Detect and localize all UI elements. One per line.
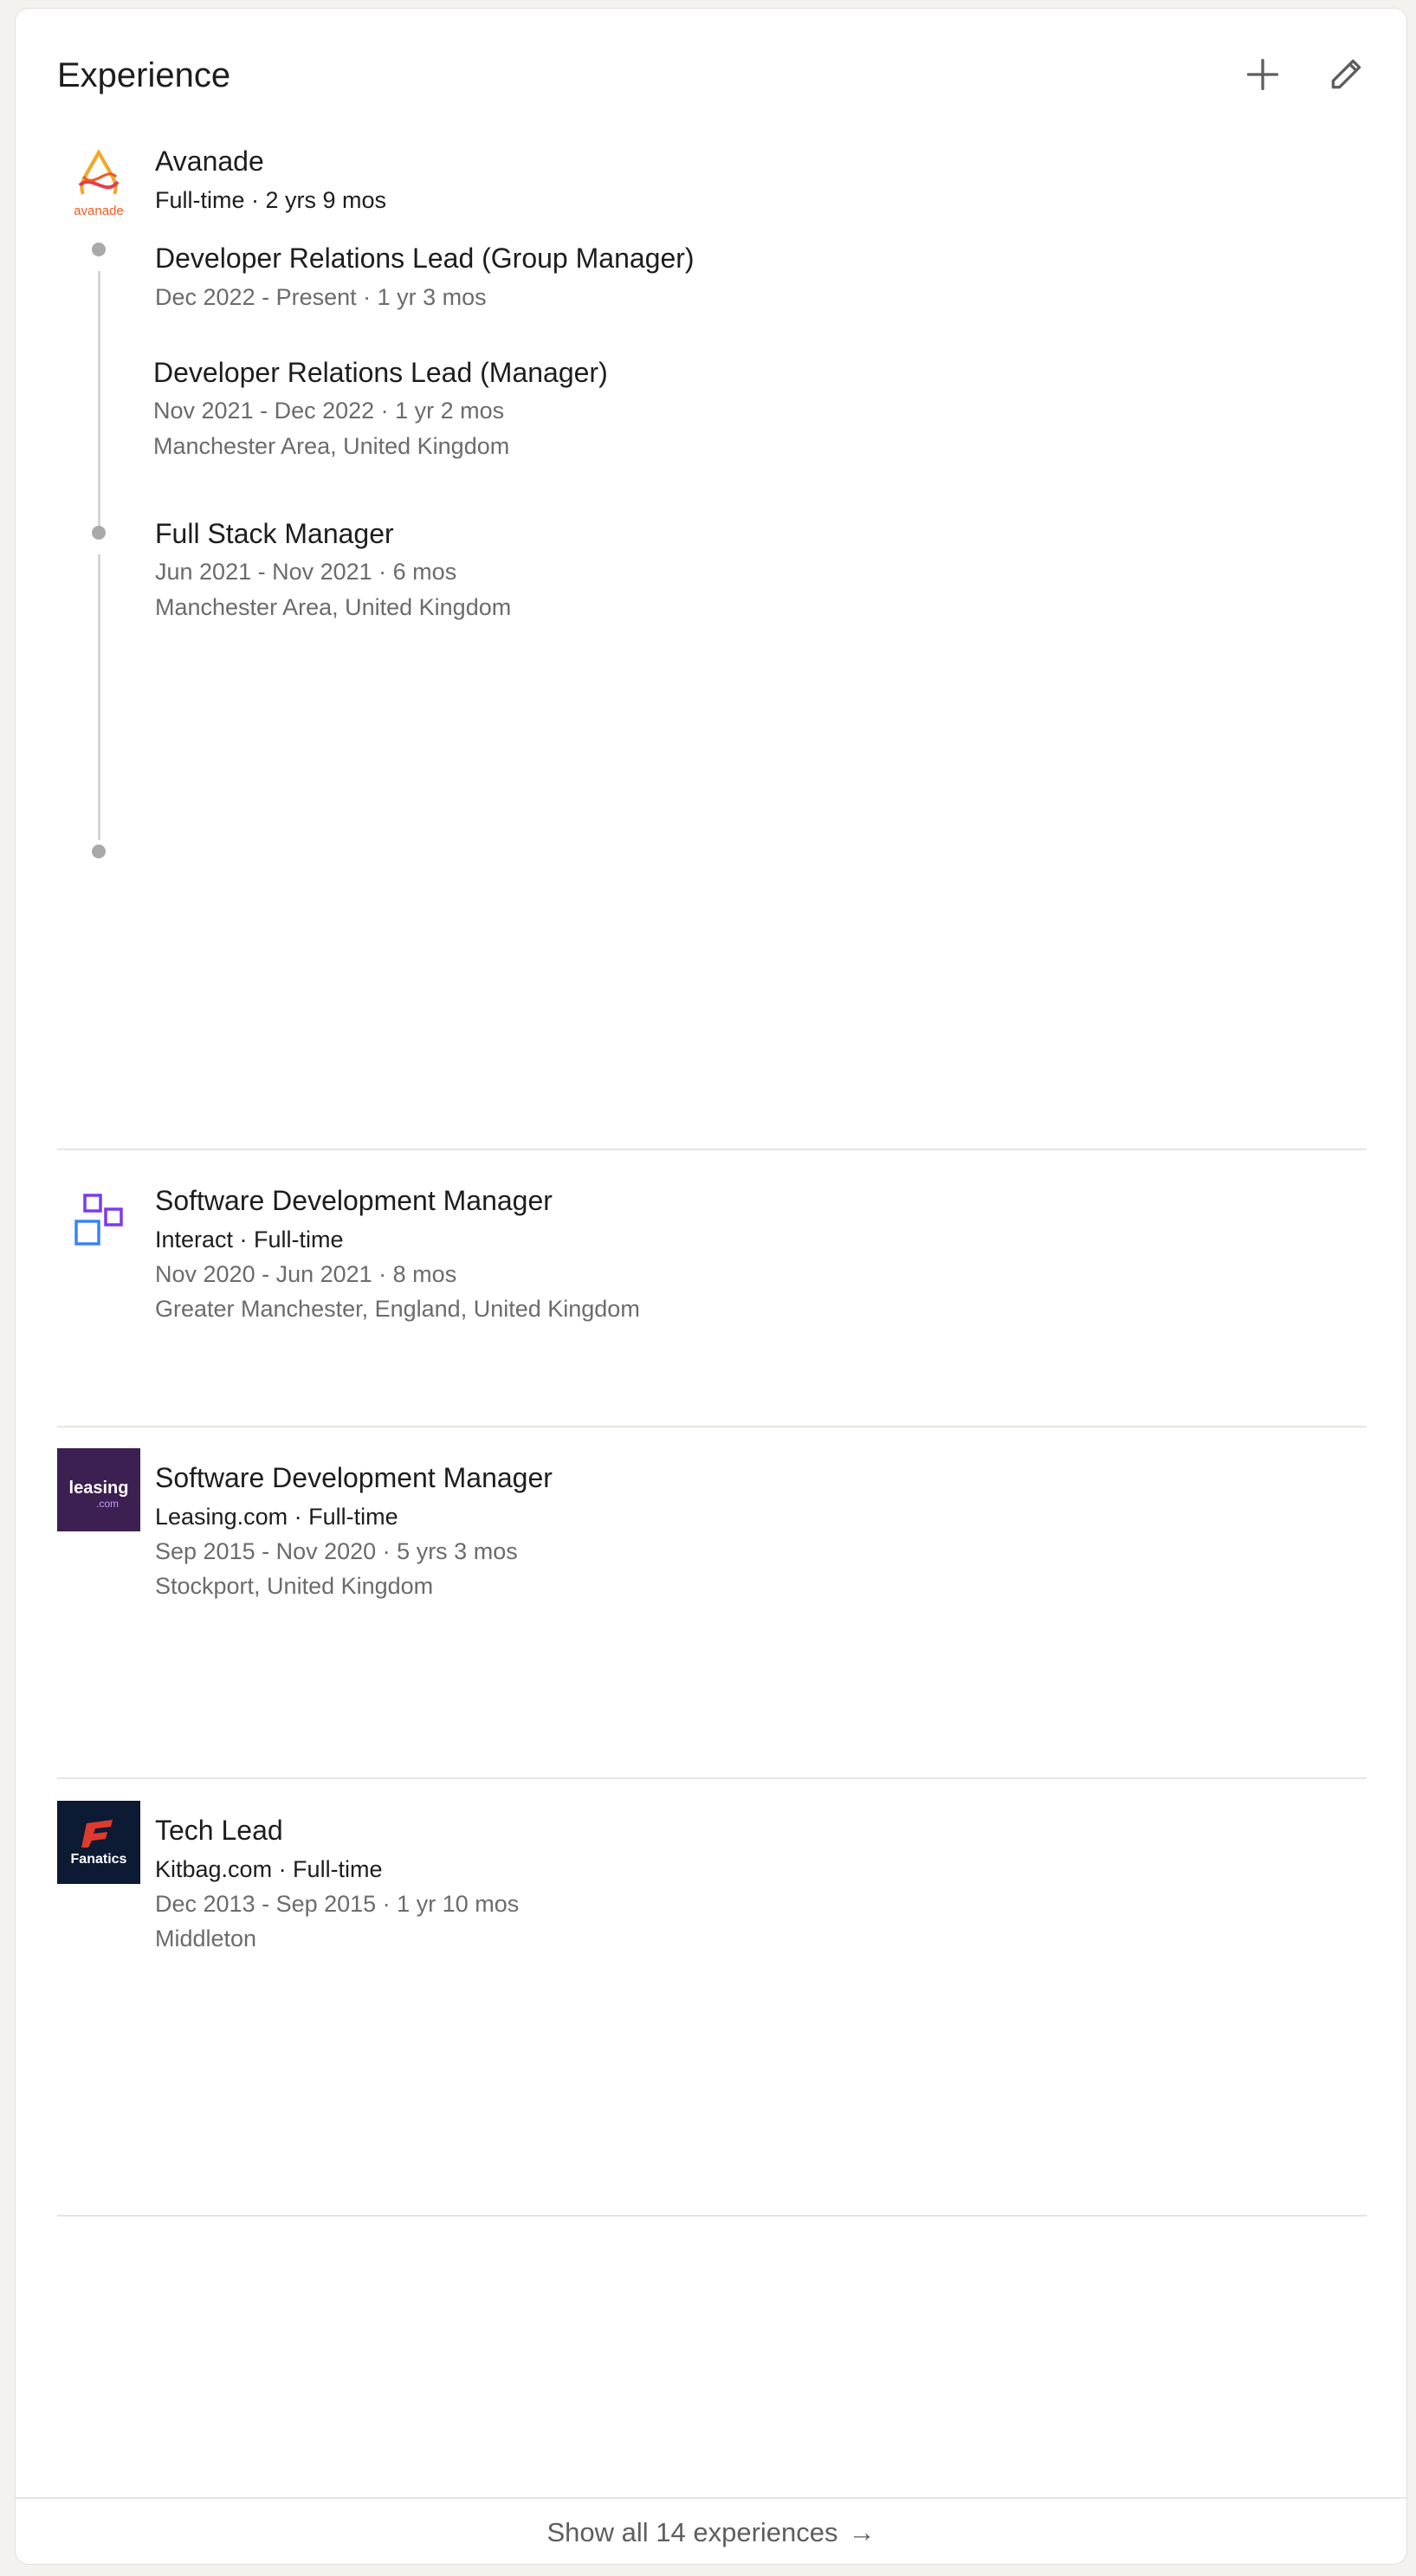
position-company: Interact · Full-time [155, 1227, 344, 1252]
position-location: Stockport, United Kingdom [155, 1573, 434, 1599]
role-title[interactable]: Developer Relations Lead (Manager) [153, 357, 608, 389]
timeline-dot [92, 243, 106, 256]
role-dates: Dec 2022 - Present · 1 yr 3 mos [155, 284, 487, 310]
svg-text:leasing: leasing [69, 1479, 129, 1498]
fanatics-logo-icon: Fanatics [71, 1820, 127, 1867]
add-experience-button[interactable] [1237, 49, 1289, 100]
divider [57, 1426, 1367, 1427]
avanade-logo-icon: avanade [74, 148, 124, 218]
timeline-line [98, 271, 100, 535]
position-dates: Dec 2013 - Sep 2015 · 1 yr 10 mos [155, 1891, 520, 1917]
show-all-experiences-button[interactable]: Show all 14 experiences → [16, 2497, 1406, 2566]
role-location: Manchester Area, United Kingdom [153, 433, 510, 459]
company-meta: Full-time · 2 yrs 9 mos [155, 187, 387, 213]
leasing-logo[interactable]: leasing .com [57, 1448, 140, 1531]
timeline-line [98, 554, 100, 840]
position-title[interactable]: Tech Lead [155, 1815, 283, 1847]
timeline-dot [92, 845, 106, 858]
role-dates: Nov 2021 - Dec 2022 · 1 yr 2 mos [153, 398, 505, 424]
svg-text:avanade: avanade [74, 204, 124, 218]
plus-icon [1246, 58, 1279, 91]
role-title[interactable]: Developer Relations Lead (Group Manager) [155, 243, 695, 275]
leasing-logo-icon: leasing .com [69, 1479, 129, 1510]
divider [57, 2215, 1367, 2217]
svg-text:.com: .com [96, 1498, 119, 1510]
company-name[interactable]: Avanade [155, 146, 264, 178]
position-dates: Sep 2015 - Nov 2020 · 5 yrs 3 mos [155, 1538, 518, 1564]
position-company: Kitbag.com · Full-time [155, 1856, 383, 1882]
experience-card: Experience avanade Avanade Full-time · 2… [15, 8, 1407, 2565]
role-title[interactable]: Full Stack Manager [155, 518, 394, 550]
role-dates: Jun 2021 - Nov 2021 · 6 mos [155, 559, 457, 585]
fanatics-logo[interactable]: Fanatics [57, 1801, 140, 1884]
position-company: Leasing.com · Full-time [155, 1504, 398, 1530]
position-dates: Nov 2020 - Jun 2021 · 8 mos [155, 1261, 457, 1287]
section-title: Experience [57, 56, 231, 94]
position-location: Middleton [155, 1926, 257, 1951]
pencil-icon [1331, 59, 1361, 89]
position-title[interactable]: Software Development Manager [155, 1462, 553, 1494]
avanade-logo[interactable]: avanade [57, 137, 140, 220]
interact-logo[interactable] [57, 1181, 140, 1265]
position-title[interactable]: Software Development Manager [155, 1185, 553, 1217]
divider [57, 1149, 1367, 1150]
position-location: Greater Manchester, England, United King… [155, 1296, 640, 1322]
show-all-label: Show all 14 experiences [546, 2517, 838, 2547]
divider [57, 1777, 1367, 1779]
arrow-right-icon: → [848, 2517, 876, 2547]
interact-logo-icon [74, 1194, 123, 1246]
role-location: Manchester Area, United Kingdom [155, 594, 512, 620]
timeline-dot [92, 526, 106, 540]
edit-experience-button[interactable] [1320, 49, 1372, 100]
svg-text:Fanatics: Fanatics [71, 1852, 127, 1867]
